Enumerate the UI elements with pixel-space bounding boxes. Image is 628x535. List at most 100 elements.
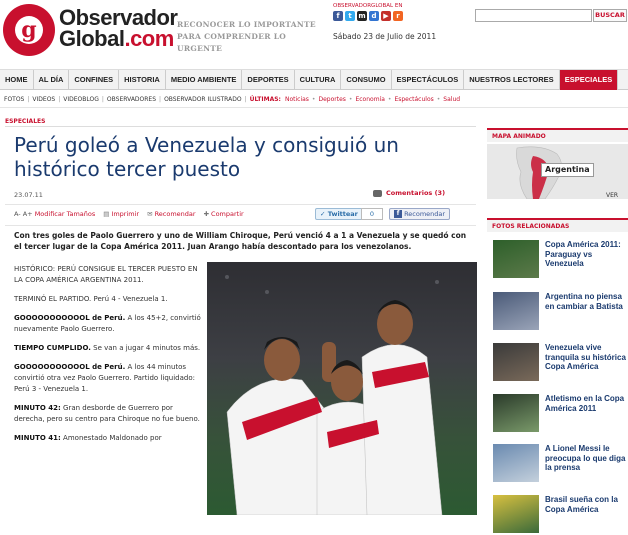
ultimas-espectaculos[interactable]: Espectáculos xyxy=(394,92,433,108)
separator: • xyxy=(311,95,316,103)
related-item[interactable]: Copa América 2011: Paraguay vs Venezuela xyxy=(493,240,628,280)
search-button[interactable]: BUSCAR xyxy=(593,9,627,22)
celebration-photo-illustration xyxy=(225,275,443,515)
brand-suffix: .com xyxy=(124,26,174,51)
nav-item-historia[interactable]: HISTORIA xyxy=(119,70,166,90)
ultimas-economia[interactable]: Economía xyxy=(355,92,384,108)
subnav-videos[interactable]: VIDEOS xyxy=(32,92,55,108)
related-thumbnail xyxy=(493,240,539,278)
nav-item-nuestros-lectores[interactable]: NUESTROS LECTORES xyxy=(464,70,560,90)
facebook-recommend-button[interactable]: f Recomendar xyxy=(389,208,451,220)
divider xyxy=(5,225,476,226)
font-size-tool[interactable]: A- A+ Modificar Tamaños xyxy=(14,209,95,219)
nav-item-al-dia[interactable]: AL DÍA xyxy=(34,70,70,90)
delicious-icon[interactable]: d xyxy=(369,11,379,21)
share-label: Compartir xyxy=(211,210,244,218)
ultimas-deportes[interactable]: Deportes xyxy=(318,92,345,108)
print-link[interactable]: ▤ Imprimir xyxy=(103,209,139,219)
related-title: Copa América 2011: Paraguay vs Venezuela xyxy=(545,240,621,268)
current-date: Sábado 23 de Julio de 2011 xyxy=(333,32,437,41)
site-logo[interactable]: g xyxy=(3,4,55,56)
paragraph: TIEMPO CUMPLIDO. Se van a jugar 4 minuto… xyxy=(14,343,202,354)
related-item[interactable]: A Lionel Messi le preocupa lo que diga l… xyxy=(493,444,628,484)
recommend-link[interactable]: ✉ Recomendar xyxy=(147,209,195,219)
subnav-videoblog[interactable]: VIDEOBLOG xyxy=(63,92,99,108)
paragraph: MINUTO 41: Amonestado Maldonado por xyxy=(14,433,202,444)
brand-name-line2[interactable]: Global.com xyxy=(59,27,174,51)
paragraph-bold: MINUTO 42: xyxy=(14,404,61,412)
related-thumbnail xyxy=(493,495,539,533)
twitter-icon[interactable]: t xyxy=(345,11,355,21)
ultimas-salud[interactable]: Salud xyxy=(443,92,460,108)
nav-item-especiales[interactable]: ESPECIALES xyxy=(559,70,619,90)
ultimas-label: ÚLTIMAS: xyxy=(249,95,281,103)
main-nav: HOME AL DÍA CONFINES HISTORIA MEDIO AMBI… xyxy=(0,69,628,90)
paragraph-text: Amonestado Maldonado por xyxy=(60,434,162,442)
rss-icon[interactable]: r xyxy=(393,11,403,21)
separator: • xyxy=(387,95,392,103)
sub-nav: FOTOS | VIDEOS | VIDEOBLOG | OBSERVADORES | … xyxy=(0,92,628,108)
tweet-count: 0 xyxy=(361,208,383,220)
font-size-icon: A- A+ xyxy=(14,210,33,218)
related-item[interactable]: Atletismo en la Copa América 2011 xyxy=(493,394,628,434)
fb-recommend-label: Recomendar xyxy=(404,210,446,218)
related-thumbnail xyxy=(493,394,539,432)
comments-link[interactable]: Comentarios (3) xyxy=(373,189,445,198)
separator: | xyxy=(58,95,61,103)
paragraph-text: HISTÓRICO: PERÚ CONSIGUE EL TERCER PUEST… xyxy=(14,265,198,284)
map-more-link[interactable]: VER xyxy=(606,192,618,200)
map-header: MAPA ANIMADO xyxy=(487,128,628,142)
tweet-label: Twittear xyxy=(327,210,358,218)
nav-item-deportes[interactable]: DEPORTES xyxy=(242,70,295,90)
divider xyxy=(5,126,476,127)
share-icon: ✚ xyxy=(203,210,210,218)
font-size-label: Modificar Tamaños xyxy=(34,210,96,218)
slogan-line2: PARA COMPRENDER LO URGENTE xyxy=(177,32,287,53)
separator: | xyxy=(27,95,30,103)
publish-date: 23.07.11 xyxy=(14,191,43,199)
nav-item-consumo[interactable]: CONSUMO xyxy=(341,70,392,90)
article-tools: A- A+ Modificar Tamaños ▤ Imprimir ✉ Recom… xyxy=(14,209,244,219)
youtube-icon[interactable]: ▶ xyxy=(381,11,391,21)
comments-count: Comentarios (3) xyxy=(386,189,446,197)
divider xyxy=(5,204,476,205)
related-thumbnail xyxy=(493,444,539,482)
separator: | xyxy=(244,95,247,103)
paragraph: GOOOOOOOOOOOL de Perú. A los 44 minutos … xyxy=(14,362,202,395)
article-title: Perú goleó a Venezuela y consiguió un hi… xyxy=(14,133,399,181)
mail-icon: ✉ xyxy=(147,210,153,218)
subnav-observadores[interactable]: OBSERVADORES xyxy=(107,92,156,108)
nav-item-home[interactable]: HOME xyxy=(0,70,34,90)
related-item[interactable]: Brasil sueña con la Copa América xyxy=(493,495,628,535)
nav-item-confines[interactable]: CONFINES xyxy=(69,70,120,90)
map-label: Argentina xyxy=(541,163,594,177)
nav-item-espectaculos[interactable]: ESPECTÁCULOS xyxy=(392,70,465,90)
related-title: Venezuela vive tranquila su histórica Co… xyxy=(545,343,626,371)
facebook-icon[interactable]: f xyxy=(333,11,343,21)
related-thumbnail xyxy=(493,292,539,330)
logo-letter-icon: g xyxy=(15,16,43,44)
related-title: Brasil sueña con la Copa América xyxy=(545,495,618,514)
share-link[interactable]: ✚ Compartir xyxy=(204,209,244,219)
section-label[interactable]: ESPECIALES xyxy=(5,117,45,126)
related-header: FOTOS RELACIONADAS xyxy=(487,218,628,232)
printer-icon: ▤ xyxy=(103,210,110,218)
nav-item-cultura[interactable]: CULTURA xyxy=(295,70,342,90)
site-slogan: RECONOCER LO IMPORTANTE PARA COMPRENDER … xyxy=(177,19,327,55)
myspace-icon[interactable]: m xyxy=(357,11,367,21)
paragraph-bold: GOOOOOOOOOOOL de Perú. xyxy=(14,314,126,322)
related-item[interactable]: Argentina no piensa en cambiar a Batista xyxy=(493,292,628,332)
ultimas-noticias[interactable]: Noticias xyxy=(285,92,309,108)
paragraph-bold: MINUTO 41: xyxy=(14,434,61,442)
subnav-observador-ilustrado[interactable]: OBSERVADOR ILUSTRADO xyxy=(164,92,241,108)
search-input[interactable] xyxy=(475,9,592,22)
nav-item-medio-ambiente[interactable]: MEDIO AMBIENTE xyxy=(166,70,243,90)
subnav-fotos[interactable]: FOTOS xyxy=(4,92,24,108)
related-title: A Lionel Messi le preocupa lo que diga l… xyxy=(545,444,626,472)
paragraph-bold: GOOOOOOOOOOOL de Perú. xyxy=(14,363,126,371)
tweet-button[interactable]: ✓ Twittear xyxy=(315,208,363,220)
print-label: Imprimir xyxy=(111,210,140,218)
paragraph: HISTÓRICO: PERÚ CONSIGUE EL TERCER PUEST… xyxy=(14,264,202,286)
article-lead: Con tres goles de Paolo Guerrero y uno d… xyxy=(14,231,467,251)
related-item[interactable]: Venezuela vive tranquila su histórica Co… xyxy=(493,343,628,383)
